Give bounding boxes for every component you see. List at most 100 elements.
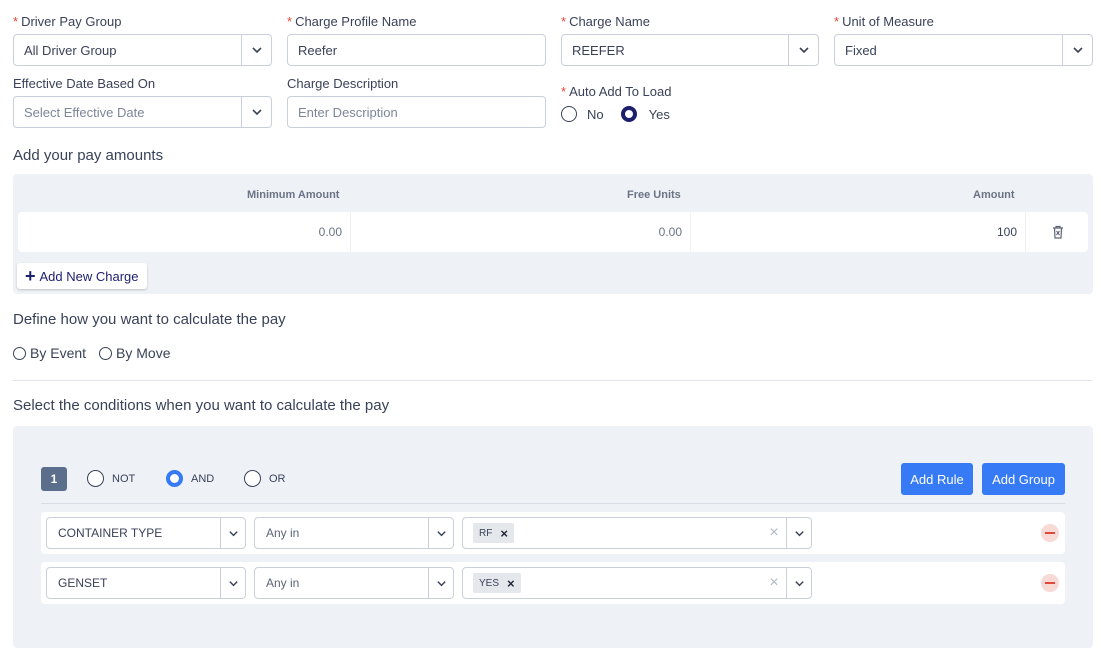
label-text: Charge Name xyxy=(569,14,650,29)
pay-amounts-title: Add your pay amounts xyxy=(13,147,164,164)
add-group-button[interactable]: Add Group xyxy=(982,463,1065,495)
rule-field-value: GENSET xyxy=(58,576,108,590)
clear-icon[interactable]: × xyxy=(762,574,786,592)
or-radio[interactable] xyxy=(244,470,261,487)
value-chip: RF × xyxy=(473,523,514,543)
free-units-header: Free Units xyxy=(627,189,681,201)
required-mark: * xyxy=(834,14,840,29)
auto-add-yes-label: Yes xyxy=(648,106,670,122)
charge-profile-name-input[interactable]: Reefer xyxy=(287,34,546,66)
amount-cell[interactable]: 100 xyxy=(691,212,1026,252)
rule-values-select[interactable]: YES × × xyxy=(462,567,812,599)
operator-not[interactable]: NOT xyxy=(87,470,135,487)
auto-add-no-radio[interactable] xyxy=(561,106,577,122)
auto-add-options: No Yes xyxy=(561,106,670,122)
not-radio[interactable] xyxy=(87,470,104,487)
minimum-amount-cell[interactable]: 0.00 xyxy=(18,212,351,252)
effective-date-select[interactable]: Select Effective Date xyxy=(13,96,272,128)
label-text: Driver Pay Group xyxy=(21,14,122,29)
operator-and[interactable]: AND xyxy=(166,470,214,487)
input-value: Reefer xyxy=(298,42,338,58)
and-radio[interactable] xyxy=(166,470,183,487)
or-label: OR xyxy=(269,472,286,485)
chevron-down-icon[interactable] xyxy=(788,35,818,65)
charge-description-field xyxy=(287,96,546,128)
effective-date-label: Effective Date Based On xyxy=(13,76,155,91)
rule-field-value: CONTAINER TYPE xyxy=(58,526,163,540)
required-mark: * xyxy=(287,14,293,29)
operator-or[interactable]: OR xyxy=(244,470,286,487)
driver-pay-group-select[interactable]: All Driver Group xyxy=(13,34,272,66)
chevron-down-icon[interactable] xyxy=(786,518,811,548)
chevron-down-icon[interactable] xyxy=(220,568,245,598)
by-move-label: By Move xyxy=(116,345,171,361)
by-move-radio[interactable] xyxy=(99,346,113,360)
conditions-title: Select the conditions when you want to c… xyxy=(13,397,390,414)
charge-name-select[interactable]: REEFER xyxy=(561,34,819,66)
rule-values-select[interactable]: RF × × xyxy=(462,517,812,549)
chevron-down-icon[interactable] xyxy=(220,518,245,548)
add-rule-button[interactable]: Add Rule xyxy=(901,463,973,495)
chevron-down-icon[interactable] xyxy=(241,97,271,127)
unit-of-measure-select[interactable]: Fixed xyxy=(834,34,1093,66)
label-text: Effective Date Based On xyxy=(13,76,156,91)
charge-description-label: Charge Description xyxy=(287,76,398,91)
charge-profile-name-label: * Charge Profile Name xyxy=(287,14,416,29)
chevron-down-icon[interactable] xyxy=(241,35,271,65)
by-event-radio[interactable] xyxy=(13,346,26,360)
driver-pay-group-label: * Driver Pay Group xyxy=(13,14,121,29)
close-icon[interactable]: × xyxy=(500,526,508,541)
rule-operator-value: Any in xyxy=(266,576,300,590)
remove-icon xyxy=(1045,582,1055,584)
rule-field-select[interactable]: CONTAINER TYPE xyxy=(46,517,246,549)
free-units-cell[interactable]: 0.00 xyxy=(351,212,691,252)
chevron-down-icon[interactable] xyxy=(1062,35,1092,65)
chevron-down-icon[interactable] xyxy=(428,568,453,598)
add-new-charge-label: Add New Charge xyxy=(39,268,139,284)
remove-rule-button[interactable] xyxy=(1041,524,1059,542)
close-icon[interactable]: × xyxy=(507,576,515,591)
by-event-label: By Event xyxy=(30,345,87,361)
required-mark: * xyxy=(13,14,19,29)
select-value: REEFER xyxy=(572,42,625,58)
rule-operator-select[interactable]: Any in xyxy=(254,517,454,549)
pay-amount-row: 0.00 0.00 100 xyxy=(18,212,1088,252)
conditions-panel: 1 NOT AND OR Add Rule Add Group CONTAINE… xyxy=(13,426,1093,648)
chevron-down-icon[interactable] xyxy=(786,568,811,598)
amount-header: Amount xyxy=(973,189,1015,201)
label-text: Charge Profile Name xyxy=(295,14,417,29)
label-text: Unit of Measure xyxy=(842,14,934,29)
divider xyxy=(13,380,1093,381)
add-new-charge-button[interactable]: + Add New Charge xyxy=(17,263,147,289)
minimum-amount-header: Minimum Amount xyxy=(247,189,340,201)
group-number-badge: 1 xyxy=(41,467,67,491)
required-mark: * xyxy=(561,84,567,99)
group-divider xyxy=(41,503,1065,504)
clear-icon[interactable]: × xyxy=(762,524,786,542)
label-text: Charge Description xyxy=(287,76,399,91)
chip-label: YES xyxy=(479,577,500,589)
not-label: NOT xyxy=(112,472,136,485)
pay-amounts-panel: Minimum Amount Free Units Amount 0.00 0.… xyxy=(13,174,1093,294)
rule-row: GENSET Any in YES × × xyxy=(41,562,1065,604)
rule-operator-select[interactable]: Any in xyxy=(254,567,454,599)
calculate-title: Define how you want to calculate the pay xyxy=(13,311,286,328)
value-chip: YES × xyxy=(473,573,521,593)
remove-rule-button[interactable] xyxy=(1041,574,1059,592)
rule-field-select[interactable]: GENSET xyxy=(46,567,246,599)
select-value: Fixed xyxy=(845,42,877,58)
charge-description-input[interactable] xyxy=(288,104,545,120)
chevron-down-icon[interactable] xyxy=(428,518,453,548)
label-text: Auto Add To Load xyxy=(569,84,672,99)
select-value: All Driver Group xyxy=(24,42,117,58)
select-placeholder: Select Effective Date xyxy=(24,104,145,120)
unit-of-measure-label: * Unit of Measure xyxy=(834,14,934,29)
and-label: AND xyxy=(191,472,215,485)
remove-icon xyxy=(1045,532,1055,534)
plus-icon: + xyxy=(25,266,36,286)
auto-add-yes-radio[interactable] xyxy=(620,106,637,122)
chip-label: RF xyxy=(479,527,493,539)
trash-icon[interactable] xyxy=(1050,224,1066,240)
required-mark: * xyxy=(561,14,567,29)
rule-operator-value: Any in xyxy=(266,526,300,540)
